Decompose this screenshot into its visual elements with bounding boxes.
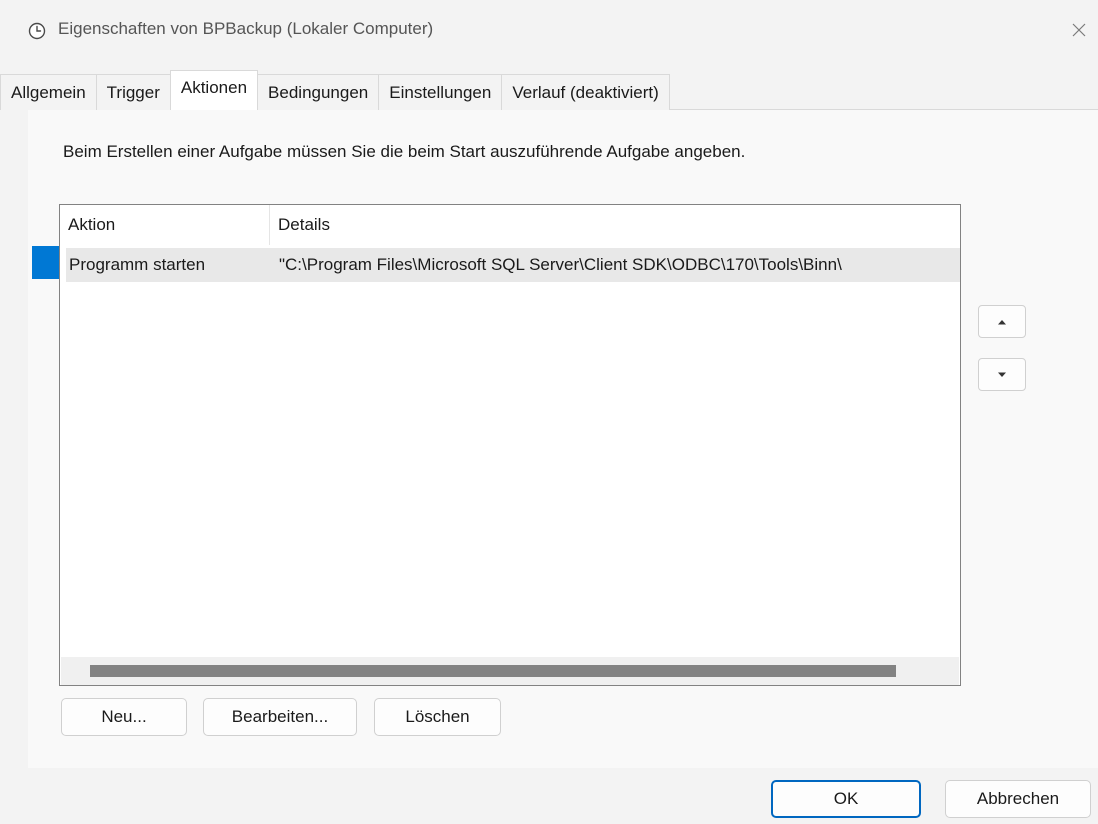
properties-dialog: Eigenschaften von BPBackup (Lokaler Comp… xyxy=(0,0,1098,824)
row-selection-marker xyxy=(32,246,59,279)
close-icon xyxy=(1072,23,1086,37)
clock-icon xyxy=(28,22,46,40)
tab-trigger[interactable]: Trigger xyxy=(95,74,171,110)
actions-list[interactable]: Aktion Details Programm starten "C:\Prog… xyxy=(59,204,961,686)
close-button[interactable] xyxy=(1060,12,1098,48)
delete-button[interactable]: Löschen xyxy=(374,698,501,736)
tab-allgemein[interactable]: Allgemein xyxy=(0,74,97,110)
window-title: Eigenschaften von BPBackup (Lokaler Comp… xyxy=(58,19,434,38)
column-header-aktion[interactable]: Aktion xyxy=(60,205,269,245)
cancel-button[interactable]: Abbrechen xyxy=(945,780,1091,818)
instruction-text: Beim Erstellen einer Aufgabe müssen Sie … xyxy=(63,142,746,161)
ok-button[interactable]: OK xyxy=(771,780,921,818)
triangle-up-icon xyxy=(998,319,1006,324)
tab-bedingungen[interactable]: Bedingungen xyxy=(257,74,380,110)
list-header: Aktion Details xyxy=(60,205,960,245)
edit-button[interactable]: Bearbeiten... xyxy=(203,698,357,736)
scrollbar-thumb[interactable] xyxy=(90,665,896,677)
tab-aktionen[interactable]: Aktionen xyxy=(169,70,259,110)
move-up-button[interactable] xyxy=(978,305,1026,338)
move-down-button[interactable] xyxy=(978,358,1026,391)
table-row[interactable]: Programm starten "C:\Program Files\Micro… xyxy=(66,248,960,282)
new-button[interactable]: Neu... xyxy=(61,698,187,736)
horizontal-scrollbar[interactable] xyxy=(61,657,959,685)
tab-strip: Allgemein Trigger Aktionen Bedingungen E… xyxy=(0,70,670,110)
triangle-down-icon xyxy=(998,372,1006,377)
tab-verlauf[interactable]: Verlauf (deaktiviert) xyxy=(501,74,670,110)
dialog-footer xyxy=(0,768,1098,824)
column-header-details[interactable]: Details xyxy=(270,205,960,245)
tab-einstellungen[interactable]: Einstellungen xyxy=(378,74,503,110)
cell-aktion: Programm starten xyxy=(69,255,206,274)
title-bar: Eigenschaften von BPBackup (Lokaler Comp… xyxy=(0,0,1098,58)
cell-details: "C:\Program Files\Microsoft SQL Server\C… xyxy=(279,255,842,274)
